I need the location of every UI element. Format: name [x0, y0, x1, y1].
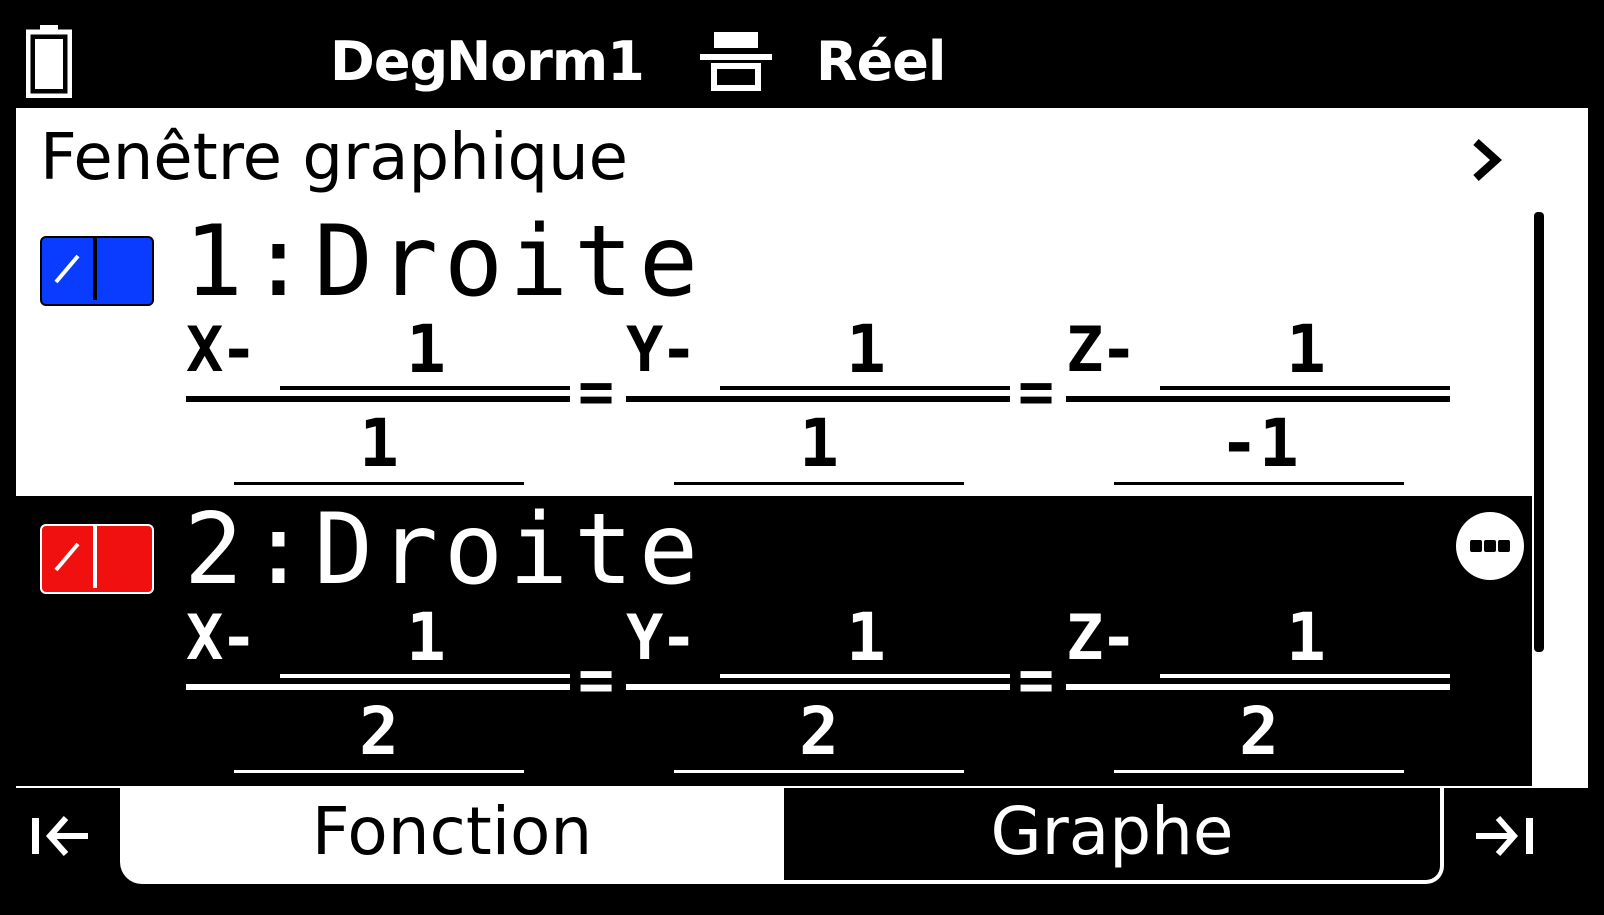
fraction-x: X-1 2: [186, 604, 576, 784]
denominator-value: 1: [799, 405, 839, 482]
line-equation[interactable]: X-1 1 = Y-1 1 = Z-1 -1: [186, 316, 1476, 496]
first-tab-button[interactable]: [16, 788, 120, 884]
angle-mode: Deg: [330, 30, 448, 93]
minus-sign: -: [220, 313, 258, 386]
last-tab-icon: [1476, 816, 1533, 856]
calculator-screen: Deg Norm1 Réel Fenêtre graphique 1:Droit…: [0, 0, 1604, 915]
minus-sign: -: [660, 313, 698, 386]
numerator-value: 1: [406, 599, 446, 676]
variable: X: [186, 601, 224, 674]
row-title: 1:Droite: [184, 205, 705, 319]
math-input-icon: [700, 32, 772, 91]
minus-sign: -: [660, 601, 698, 674]
line-style-color-icon[interactable]: [40, 524, 154, 594]
complex-mode: Réel: [816, 30, 946, 93]
tab-label: Graphe: [990, 793, 1234, 870]
list-item-selected[interactable]: 2:Droite X-1 2 = Y-1 2 = Z - 1 2: [16, 496, 1532, 786]
equals-sign: =: [578, 357, 615, 427]
last-tab-button[interactable]: [1446, 788, 1588, 884]
variable: Y: [626, 313, 664, 386]
numerator-value: 1: [846, 311, 886, 388]
numerator-value: 1: [1286, 599, 1326, 676]
fraction-y: Y-1 2: [626, 604, 1016, 784]
display-mode: Norm1: [446, 30, 645, 93]
denominator-value: 2: [359, 693, 399, 770]
equals-sign: =: [1018, 645, 1055, 715]
fraction-z: Z-1 -1: [1066, 316, 1456, 496]
denominator-value: -1: [1219, 405, 1299, 482]
tab-label: Fonction: [311, 793, 593, 870]
status-bar: Deg Norm1 Réel: [16, 16, 1588, 108]
equals-sign: =: [578, 645, 615, 715]
variable: Z: [1066, 601, 1104, 674]
app-window: Deg Norm1 Réel Fenêtre graphique 1:Droit…: [16, 16, 1588, 899]
tab-fonction[interactable]: Fonction: [120, 788, 784, 884]
numerator-value: 1: [1286, 311, 1326, 388]
minus-sign: -: [1100, 601, 1138, 674]
minus-sign: -: [220, 601, 258, 674]
chevron-right-icon[interactable]: [1466, 132, 1506, 188]
fraction-y: Y-1 1: [626, 316, 1016, 496]
numerator-value: 1: [846, 599, 886, 676]
line-equation[interactable]: X-1 2 = Y-1 2 = Z-1 2: [186, 604, 1476, 784]
denominator-value: 1: [359, 405, 399, 482]
line-style-color-icon[interactable]: [40, 236, 154, 306]
minus-sign: -: [1100, 313, 1138, 386]
variable: Y: [626, 601, 664, 674]
tab-graphe[interactable]: Graphe: [784, 788, 1444, 884]
more-options-icon[interactable]: [1456, 512, 1524, 580]
scrollbar[interactable]: [1534, 212, 1544, 652]
denominator-value: 2: [799, 693, 839, 770]
denominator-value: 2: [1239, 693, 1279, 770]
first-tab-icon: [32, 816, 88, 856]
page-title: Fenêtre graphique: [40, 121, 629, 195]
list-item[interactable]: 1:Droite X-1 1 = Y-1 1 = Z-1 -1: [16, 208, 1532, 498]
tab-bar: Fonction Graphe: [16, 788, 1588, 899]
row-title: 2:Droite: [184, 493, 705, 607]
variable: X: [186, 313, 224, 386]
fraction-x: X-1 1: [186, 316, 576, 496]
numerator-value: 1: [406, 311, 446, 388]
battery-icon: [26, 25, 72, 98]
fraction-z: Z-1 2: [1066, 604, 1456, 784]
equals-sign: =: [1018, 357, 1055, 427]
variable: Z: [1066, 313, 1104, 386]
